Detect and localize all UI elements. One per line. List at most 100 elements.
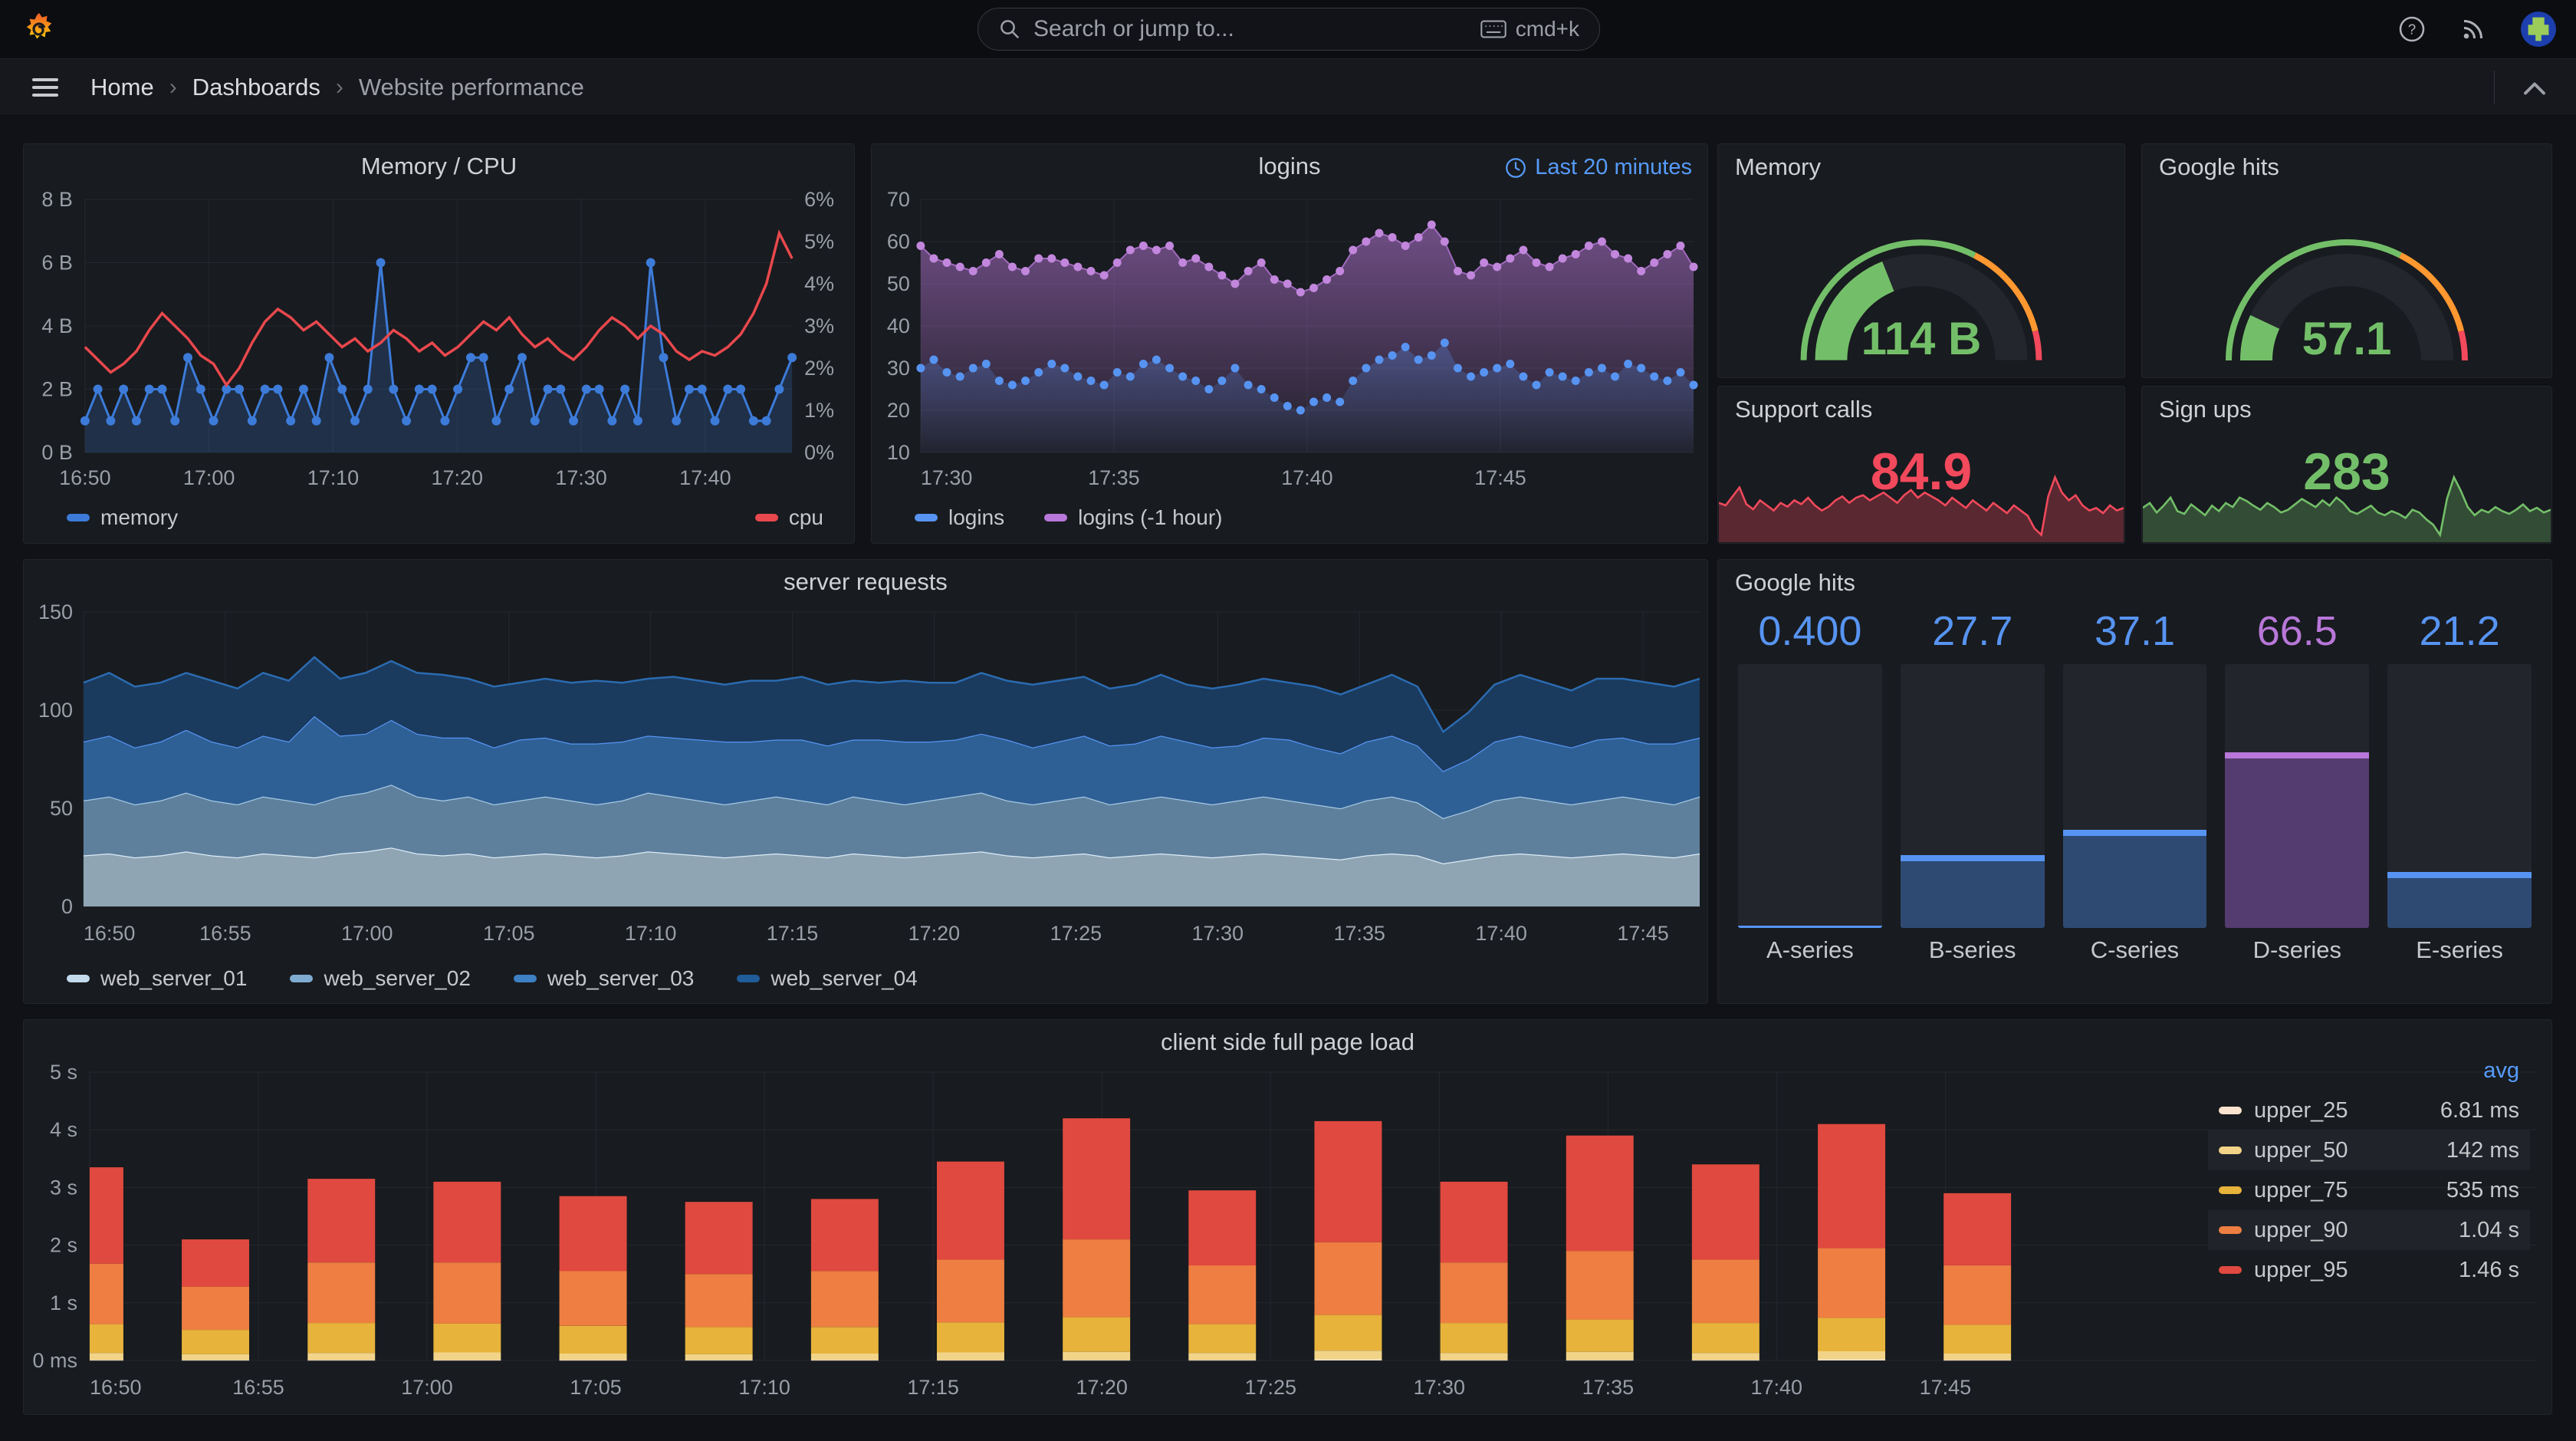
legend-swatch (737, 975, 761, 982)
legend-series-name: upper_25 (2254, 1097, 2348, 1123)
bar-gauge-label: C-series (2090, 936, 2180, 963)
memory-cpu-chart[interactable]: 8 B 6 B 4 B 2 B 0 B 6% 5% 4% 3% 2% 1% 0% 16:50 17:00 1… (24, 187, 854, 495)
memory-gauge[interactable]: 114 B (1718, 186, 2124, 377)
legend-item[interactable]: memory (67, 505, 178, 530)
google-hits-bar-gauge[interactable]: 0.400 A-series 27.7 B-series 37.1 C-seri… (1718, 601, 2551, 979)
svg-text:10: 10 (887, 441, 910, 464)
bar-gauge-track (2225, 664, 2370, 928)
legend-label: cpu (788, 505, 823, 529)
svg-text:5 s: 5 s (50, 1063, 77, 1084)
svg-text:17:40: 17:40 (1751, 1376, 1803, 1399)
server-requests-chart[interactable]: 150 100 50 0 16:50 16:55 17:00 17:05 17:10 17:15 1… (24, 603, 1707, 956)
legend-series-name: upper_90 (2254, 1217, 2348, 1242)
legend-item[interactable]: web_server_03 (513, 966, 695, 991)
bar-gauge-column[interactable]: 66.5 D-series (2225, 607, 2370, 968)
google-hits-gauge[interactable]: 57.1 (2142, 186, 2551, 377)
panel-page-load: client side full page load 0 ms 1 s 2 s 3 s… (23, 1019, 2552, 1415)
legend-header-avg[interactable]: avg (2208, 1051, 2530, 1091)
svg-text:17:40: 17:40 (1475, 922, 1526, 945)
svg-text:2 s: 2 s (50, 1234, 77, 1257)
legend: logins logins (-1 hour) (872, 495, 1707, 544)
collapse-chevron-up-icon[interactable] (2521, 77, 2548, 97)
legend-swatch (513, 975, 537, 982)
menu-toggle-icon[interactable] (32, 77, 58, 97)
legend-label: web_server_03 (547, 966, 695, 990)
bar-gauge-column[interactable]: 21.2 E-series (2387, 607, 2532, 968)
legend-item[interactable]: web_server_02 (290, 966, 471, 991)
panel-title[interactable]: Support calls (1718, 387, 2124, 428)
grafana-logo-icon[interactable] (21, 12, 57, 47)
bar-gauge-column[interactable]: 27.7 B-series (1900, 607, 2045, 968)
time-range-label: Last 20 minutes (1535, 155, 1692, 179)
panel-title[interactable]: client side full page load (24, 1020, 2551, 1063)
gauge-value: 57.1 (2302, 313, 2392, 364)
svg-text:17:35: 17:35 (1088, 466, 1139, 489)
svg-text:17:45: 17:45 (1474, 466, 1526, 489)
legend-row[interactable]: upper_50 142 ms (2208, 1130, 2530, 1170)
search-icon (1001, 20, 1020, 39)
svg-text:17:30: 17:30 (555, 466, 606, 489)
panel-title[interactable]: server requests (24, 560, 1707, 603)
legend: memory cpu (24, 495, 854, 544)
legend-swatch (67, 975, 90, 982)
breadcrumb-bar: Home › Dashboards › Website performance (0, 59, 2576, 116)
svg-text:16:50: 16:50 (59, 466, 110, 489)
legend-label: memory (100, 505, 179, 529)
legend-series-value: 1.46 s (2459, 1257, 2519, 1282)
legend-item[interactable]: logins (-1 hour) (1044, 505, 1222, 530)
svg-text:17:20: 17:20 (1076, 1376, 1128, 1399)
svg-text:30: 30 (887, 357, 910, 380)
legend-row[interactable]: upper_75 535 ms (2208, 1170, 2530, 1210)
svg-text:4 s: 4 s (50, 1118, 77, 1141)
svg-text:2%: 2% (804, 357, 834, 380)
page-load-chart[interactable]: 0 ms 1 s 2 s 3 s 4 s 5 s 16:50 16:55 17:00 17:05 1… (24, 1063, 2551, 1414)
legend: web_server_01 web_server_02 web_server_0… (24, 956, 1707, 1008)
legend-item[interactable]: web_server_01 (67, 966, 247, 991)
bar-gauge-fill (1900, 854, 2045, 928)
legend-series-value: 142 ms (2446, 1137, 2519, 1163)
breadcrumb-dashboards[interactable]: Dashboards (192, 74, 320, 101)
help-icon[interactable]: ? (2398, 15, 2426, 43)
legend-row[interactable]: upper_95 1.46 s (2208, 1250, 2530, 1290)
bar-gauge-column[interactable]: 37.1 C-series (2062, 607, 2207, 968)
bar-gauge-value: 0.400 (1758, 608, 1862, 654)
logins-chart[interactable]: 70 60 50 40 30 20 10 17:30 17:35 17:40 17:45 (872, 187, 1707, 495)
svg-text:16:55: 16:55 (199, 922, 251, 945)
legend-series-name: upper_50 (2254, 1137, 2348, 1163)
legend-label: logins (948, 505, 1005, 529)
panel-title[interactable]: Memory / CPU (24, 144, 854, 187)
svg-text:17:00: 17:00 (401, 1376, 453, 1399)
breadcrumb-home[interactable]: Home (90, 74, 154, 101)
time-range-badge[interactable]: Last 20 minutes (1504, 155, 1692, 180)
legend-series-name: upper_75 (2254, 1177, 2348, 1202)
svg-text:4 B: 4 B (41, 314, 72, 337)
legend-row[interactable]: upper_25 6.81 ms (2208, 1091, 2530, 1130)
panel-title[interactable]: Google hits (2142, 144, 2551, 186)
news-rss-icon[interactable] (2459, 15, 2487, 43)
svg-text:17:30: 17:30 (921, 466, 972, 489)
svg-text:6%: 6% (804, 188, 834, 211)
legend-swatch (1044, 514, 1068, 521)
legend-item[interactable]: logins (915, 505, 1004, 530)
svg-text:8 B: 8 B (41, 188, 72, 211)
bar-gauge-label: E-series (2416, 936, 2503, 963)
legend-swatch (67, 514, 90, 521)
panel-title[interactable]: Google hits (1718, 560, 2551, 601)
svg-text:70: 70 (887, 188, 910, 211)
legend-swatch (754, 514, 778, 521)
sign-ups-sparkline (2143, 464, 2551, 542)
panel-title[interactable]: Sign ups (2142, 387, 2551, 428)
bar-gauge-track (2062, 664, 2207, 928)
svg-text:17:15: 17:15 (767, 922, 818, 945)
legend-swatch (2219, 1266, 2242, 1274)
legend-swatch (290, 975, 314, 982)
svg-text:17:00: 17:00 (183, 466, 235, 489)
legend-item[interactable]: web_server_04 (737, 966, 918, 991)
legend-row[interactable]: upper_90 1.04 s (2208, 1210, 2530, 1250)
panel-title[interactable]: Memory (1718, 144, 2124, 186)
search-input[interactable]: Search or jump to... cmd+k (978, 8, 1600, 51)
legend-item[interactable]: cpu (754, 505, 823, 530)
user-avatar[interactable] (2521, 12, 2556, 47)
svg-text:50: 50 (887, 272, 910, 295)
bar-gauge-column[interactable]: 0.400 A-series (1738, 607, 1882, 968)
